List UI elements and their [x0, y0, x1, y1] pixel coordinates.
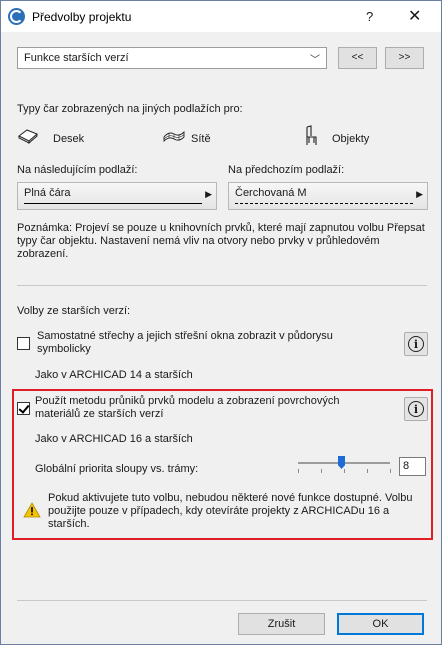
separate-roofs-label: Samostatné střechy a jejich střešní okna… — [37, 330, 333, 355]
next-panel-button[interactable]: >> — [385, 47, 424, 69]
next-story-label: Na následujícím podlaží: — [17, 164, 138, 176]
panel-select-value: Funkce starších verzí — [24, 52, 129, 64]
separate-roofs-sublabel: Jako v ARCHICAD 14 a starších — [35, 369, 193, 381]
panel-select-dropdown[interactable]: Funkce starších verzí ﹀ — [17, 47, 327, 69]
prev-story-linetype-select[interactable]: Čerchovaná M ▶ — [228, 182, 428, 210]
slider-tick — [367, 469, 368, 473]
chevron-right-icon: ▶ — [205, 189, 212, 199]
priority-value-input[interactable]: 8 — [399, 457, 426, 476]
cancel-button[interactable]: Zrušit — [238, 613, 325, 635]
warning-text: Pokud aktivujete tuto volbu, nebudou něk… — [48, 492, 413, 530]
warning-icon — [23, 502, 41, 518]
prev-panel-button[interactable]: << — [338, 47, 377, 69]
close-button[interactable]: ✕ — [408, 6, 421, 26]
objects-label: Objekty — [332, 133, 370, 145]
ok-button[interactable]: OK — [337, 613, 424, 635]
next-story-linetype-select[interactable]: Plná čára ▶ — [17, 182, 217, 210]
chevron-down-icon: ﹀ — [310, 55, 320, 66]
solid-line-sample — [24, 203, 202, 204]
dialog-window: Předvolby projektu ? ✕ Funkce starších v… — [0, 0, 442, 645]
info-button-intersection[interactable]: i — [404, 397, 428, 421]
slider-tick — [344, 469, 345, 473]
legacy-options-heading: Volby ze starších verzí: — [17, 305, 131, 317]
legacy-intersection-sublabel: Jako v ARCHICAD 16 a starších — [35, 433, 193, 445]
prev-story-linetype-value: Čerchovaná M — [235, 187, 307, 199]
footer-divider — [17, 600, 427, 601]
section-divider — [17, 285, 427, 286]
slabs-label: Desek — [53, 133, 85, 145]
chair-icon — [306, 125, 317, 145]
window-title: Předvolby projektu — [32, 10, 132, 24]
info-icon: i — [408, 401, 424, 417]
info-icon: i — [408, 336, 424, 352]
chevron-right-icon: ▶ — [416, 189, 423, 199]
meshes-label: Sítě — [191, 133, 211, 145]
slider-tick — [390, 469, 391, 473]
archicad-app-icon — [8, 8, 25, 25]
legacy-intersection-label: Použít metodu průniků prvků modelu a zob… — [35, 395, 340, 420]
line-types-heading: Typy čar zobrazených na jiných podlažích… — [17, 103, 243, 115]
mesh-icon — [163, 130, 185, 143]
priority-label: Globální priorita sloupy vs. trámy: — [35, 463, 199, 475]
info-button-roofs[interactable]: i — [404, 332, 428, 356]
title-bar: Předvolby projektu ? ✕ — [1, 1, 441, 32]
dialog-content: Funkce starších verzí ﹀ << >> Typy čar z… — [1, 32, 441, 644]
help-button[interactable]: ? — [366, 9, 373, 24]
slab-icon — [18, 129, 38, 144]
prev-story-label: Na předchozím podlaží: — [228, 164, 345, 176]
legacy-intersection-checkbox[interactable] — [17, 402, 30, 415]
slider-tick — [298, 469, 299, 473]
slider-tick — [321, 469, 322, 473]
next-story-linetype-value: Plná čára — [24, 187, 71, 199]
separate-roofs-checkbox[interactable] — [17, 337, 30, 350]
dashed-line-sample — [235, 203, 413, 204]
line-types-note: Poznámka: Projeví se pouze u knihovních … — [17, 222, 425, 260]
